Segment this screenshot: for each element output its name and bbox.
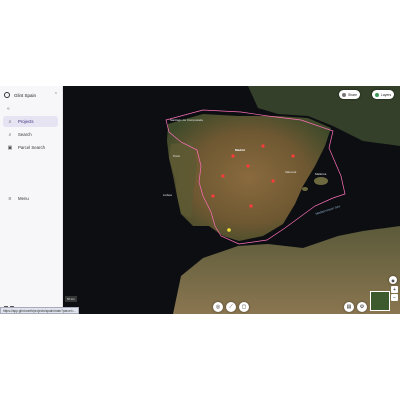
link-status-bar: https://app.glint.earth/projects/spain/m… xyxy=(0,307,80,314)
search-icon: ⌕ xyxy=(8,118,12,125)
collapse-sidebar-button[interactable]: « xyxy=(7,106,10,112)
layers-button[interactable]: Layers xyxy=(372,90,395,99)
map-label-mallorca: Mallorca xyxy=(315,172,327,176)
location-button[interactable]: ◎ xyxy=(213,302,223,312)
sidebar-item-menu[interactable]: ≡ Menu xyxy=(3,193,58,204)
app-window: Glint Spain ⌃ « ⌕ Projects ⌕ Search ▣ Pa… xyxy=(0,86,400,314)
map-label-santiago: Santiago de Compostela xyxy=(170,118,203,122)
mallorca-island xyxy=(314,177,328,185)
sidebar: Glint Spain ⌃ « ⌕ Projects ⌕ Search ▣ Pa… xyxy=(0,86,63,314)
map-label-lisbon: Lisboa xyxy=(163,193,172,197)
ibiza-island xyxy=(302,187,308,191)
map-label-madrid: Madrid xyxy=(235,148,245,152)
scale-bar: 50 km xyxy=(65,296,78,302)
workspace-switcher[interactable]: Glint Spain ⌃ xyxy=(4,89,60,101)
layers-button-label: Layers xyxy=(381,92,392,97)
measure-button[interactable]: ▤ xyxy=(344,302,354,312)
chevron-updown-icon: ⌃ xyxy=(53,92,58,98)
map-canvas[interactable]: Santiago de Compostela Porto Madrid Lisb… xyxy=(63,86,400,314)
sidebar-item-parcel-search[interactable]: ▣ Parcel Search xyxy=(3,142,58,153)
layers-icon xyxy=(375,92,379,97)
zoom-in-button[interactable]: + xyxy=(391,286,398,293)
menu-icon: ≡ xyxy=(8,195,12,202)
workspace-logo-icon xyxy=(4,92,10,98)
africa-landmass xyxy=(173,226,400,314)
select-area-button[interactable]: ▢ xyxy=(239,302,249,312)
workspace-name: Glint Spain xyxy=(14,92,37,98)
sidebar-item-label: Search xyxy=(18,132,32,137)
basemap-thumbnail[interactable] xyxy=(370,291,390,311)
map-label-valencia: Valencia xyxy=(285,170,297,174)
satellite-map xyxy=(165,86,400,314)
share-button[interactable]: Share xyxy=(339,90,361,99)
sidebar-item-search[interactable]: ⌕ Search xyxy=(3,129,58,140)
share-icon xyxy=(342,92,346,97)
sidebar-item-projects[interactable]: ⌕ Projects xyxy=(3,116,58,127)
sidebar-item-label: Parcel Search xyxy=(18,145,45,150)
sidebar-item-label: Projects xyxy=(18,119,34,124)
sidebar-item-label: Menu xyxy=(18,196,29,201)
settings-button[interactable]: ⚙ xyxy=(357,302,367,312)
zoom-out-button[interactable]: − xyxy=(391,294,398,301)
share-button-label: Share xyxy=(348,92,358,97)
draw-line-button[interactable]: ⟋ xyxy=(226,302,236,312)
map-label-porto: Porto xyxy=(173,154,181,158)
compass-button[interactable]: ◉ xyxy=(389,276,397,284)
search-icon: ⌕ xyxy=(8,131,12,138)
parcel-icon: ▣ xyxy=(7,144,13,151)
